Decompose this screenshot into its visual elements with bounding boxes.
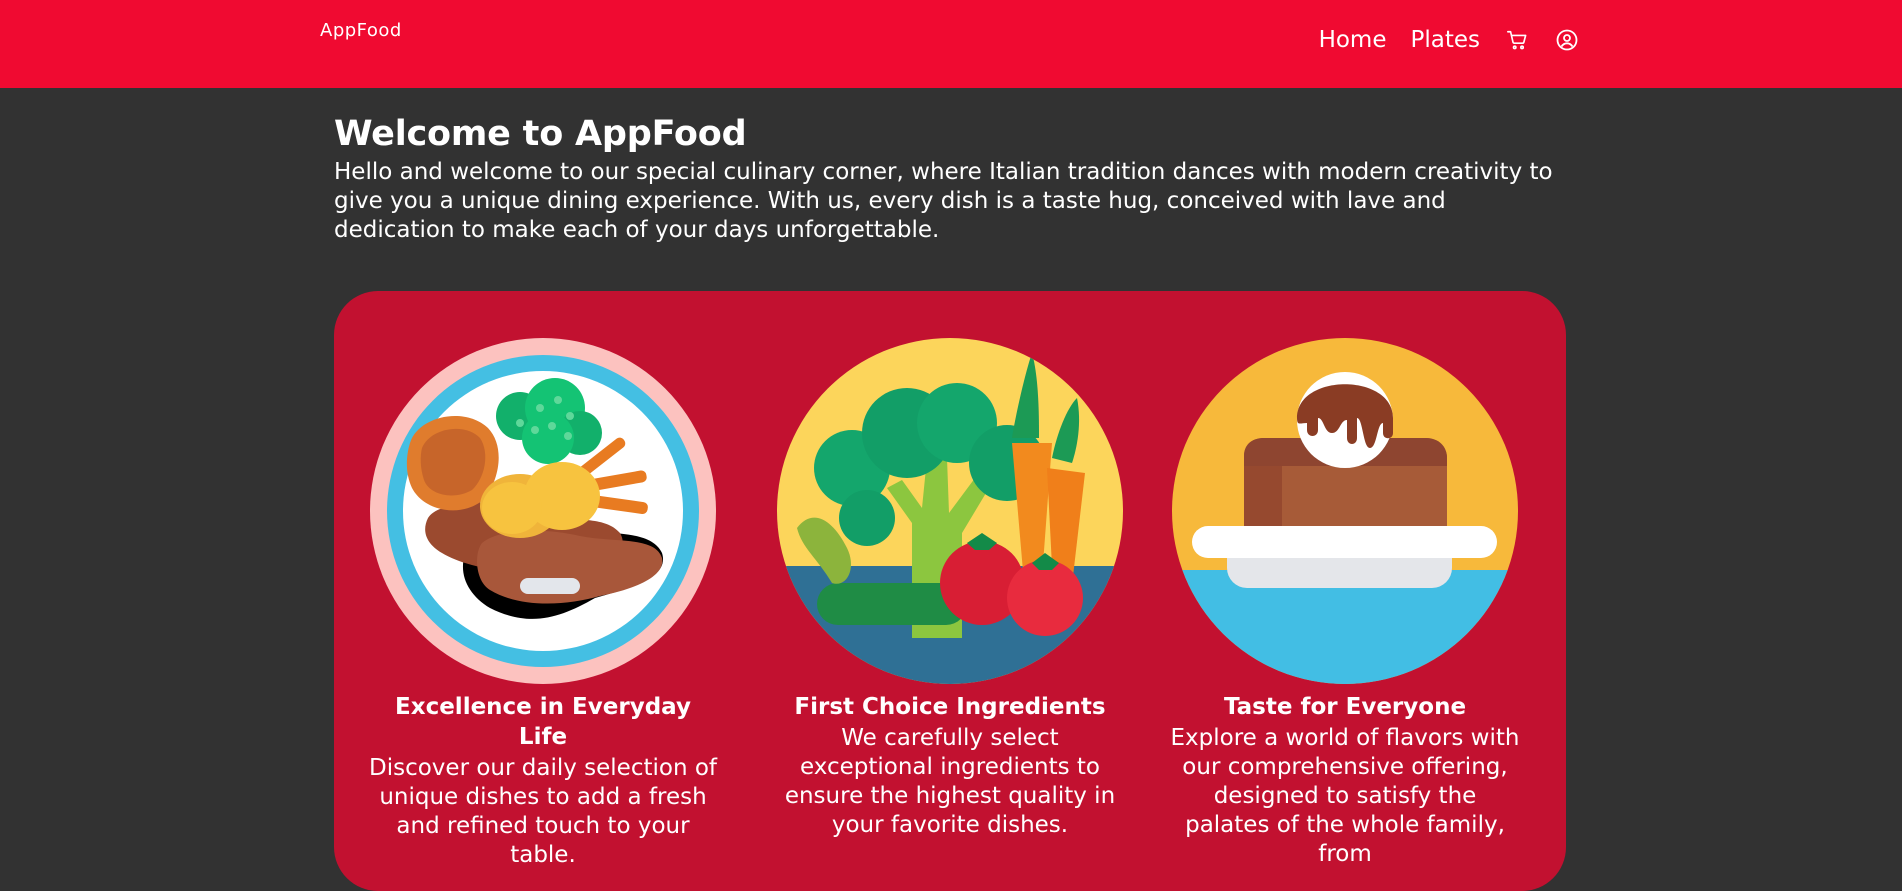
brand-logo[interactable]: AppFood (320, 20, 402, 41)
cart-icon[interactable] (1504, 27, 1530, 53)
vegetables-illustration (777, 338, 1123, 684)
dessert-illustration (1172, 338, 1518, 684)
feature-title: Taste for Everyone (1223, 694, 1467, 720)
feature-title: First Choice Ingredients (794, 694, 1106, 720)
feature-item: First Choice Ingredients We carefully se… (775, 338, 1125, 840)
feature-item: Taste for Everyone Explore a world of fl… (1170, 338, 1520, 869)
user-icon[interactable] (1554, 27, 1580, 53)
feature-text: Explore a world of flavors with our comp… (1170, 725, 1520, 867)
feature-text: We carefully select exceptional ingredie… (784, 725, 1116, 838)
intro-text: Hello and welcome to our special culinar… (334, 159, 1553, 243)
page-title: Welcome to AppFood (334, 114, 747, 154)
feature-title: Excellence in Everyday Life (395, 694, 691, 750)
intro-section: Welcome to AppFood Hello and welcome to … (334, 112, 1574, 245)
plate-illustration (370, 338, 716, 684)
feature-item: Excellence in Everyday Life Discover our… (368, 338, 718, 870)
features-card: Excellence in Everyday Life Discover our… (334, 291, 1566, 891)
main-nav: Home Plates (1319, 24, 1580, 56)
nav-plates-link[interactable]: Plates (1410, 24, 1480, 56)
top-navbar: AppFood Home Plates (0, 0, 1902, 88)
nav-home-link[interactable]: Home (1319, 24, 1387, 56)
